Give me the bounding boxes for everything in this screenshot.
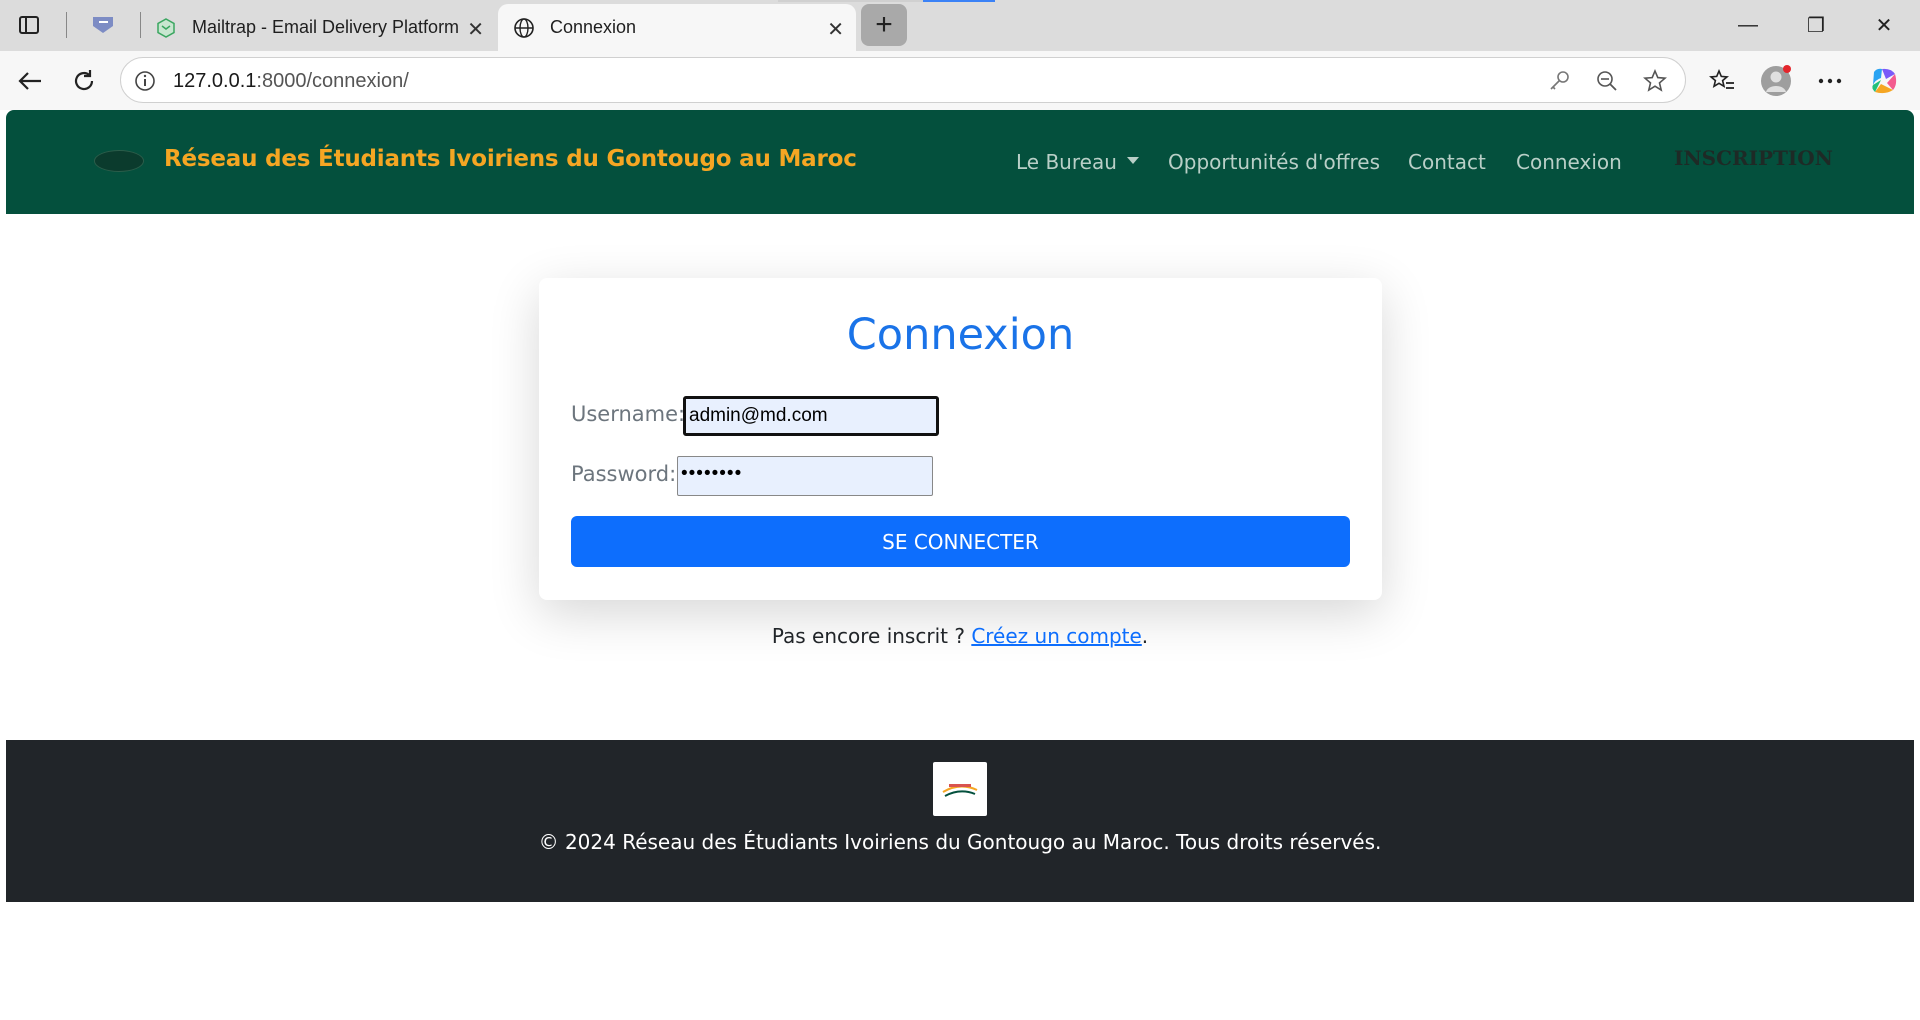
nav-opportunites[interactable]: Opportunités d'offres (1168, 150, 1380, 174)
nav-contact[interactable]: Contact (1408, 150, 1486, 174)
login-card: Connexion Username: admin@md.com Passwor… (539, 278, 1382, 600)
login-submit-button[interactable]: SE CONNECTER (571, 516, 1350, 567)
site-info-icon[interactable] (133, 69, 157, 93)
more-menu-icon[interactable] (1814, 65, 1846, 97)
tab-title: Mailtrap - Email Delivery Platform (192, 17, 460, 37)
address-bar[interactable]: 127.0.0.1:8000/connexion/ (120, 57, 1686, 103)
close-tab-icon[interactable]: ✕ (827, 17, 844, 42)
close-tab-icon[interactable]: ✕ (467, 17, 484, 42)
footer-copyright: © 2024 Réseau des Étudiants Ivoiriens du… (538, 830, 1382, 854)
sidebar-toggle-icon[interactable] (14, 10, 44, 40)
tab-title: Connexion (550, 17, 637, 37)
browser-tab-bar: Mailtrap - Email Delivery Platform ✕ Con… (0, 0, 1920, 51)
web-page: Réseau des Étudiants Ivoiriens du Gontou… (6, 110, 1914, 1014)
workspace-icon[interactable] (88, 10, 118, 40)
close-window-icon[interactable]: ✕ (1854, 8, 1914, 42)
password-label: Password: (571, 462, 677, 486)
password-key-icon[interactable] (1547, 69, 1571, 93)
username-label: Username: (571, 402, 686, 426)
password-input[interactable]: •••••••• (677, 456, 933, 496)
reload-icon[interactable] (66, 63, 102, 99)
copilot-icon[interactable] (1868, 65, 1900, 97)
restore-icon[interactable]: ❐ (1786, 8, 1846, 42)
signup-prefix: Pas encore inscrit ? (771, 624, 965, 648)
nav-le-bureau[interactable]: Le Bureau (1016, 150, 1139, 174)
minimize-icon[interactable]: — (1718, 8, 1778, 42)
login-title: Connexion (846, 310, 1075, 360)
signup-link[interactable]: Créez un compte (971, 624, 1141, 648)
tab-connexion[interactable]: Connexion ✕ (498, 4, 856, 51)
favorite-star-icon[interactable] (1643, 68, 1667, 93)
site-navbar: Réseau des Étudiants Ivoiriens du Gontou… (6, 110, 1914, 214)
brand-title[interactable]: Réseau des Étudiants Ivoiriens du Gontou… (164, 146, 857, 172)
globe-icon (512, 16, 536, 40)
tab-mailtrap[interactable]: Mailtrap - Email Delivery Platform ✕ (140, 4, 496, 51)
url-text: 127.0.0.1:8000/connexion/ (173, 70, 409, 92)
mailtrap-icon (154, 16, 178, 40)
back-icon[interactable] (12, 63, 48, 99)
favorites-list-icon[interactable] (1706, 65, 1738, 97)
signup-prompt: Pas encore inscrit ? Créez un compte. (6, 624, 1914, 648)
username-input[interactable]: admin@md.com (683, 396, 939, 436)
dropdown-caret-icon (1126, 157, 1139, 164)
brand-logo[interactable] (94, 150, 144, 172)
new-tab-button[interactable]: + (861, 4, 907, 46)
browser-toolbar: 127.0.0.1:8000/connexion/ (0, 51, 1920, 110)
signup-suffix: . (1141, 624, 1149, 648)
site-footer: © 2024 Réseau des Étudiants Ivoiriens du… (6, 740, 1914, 902)
zoom-out-icon[interactable] (1595, 69, 1619, 93)
nav-inscription-button[interactable]: INSCRIPTION (1674, 146, 1833, 170)
footer-logo (933, 762, 987, 816)
profile-avatar-icon[interactable] (1760, 65, 1792, 97)
nav-connexion[interactable]: Connexion (1516, 150, 1622, 174)
